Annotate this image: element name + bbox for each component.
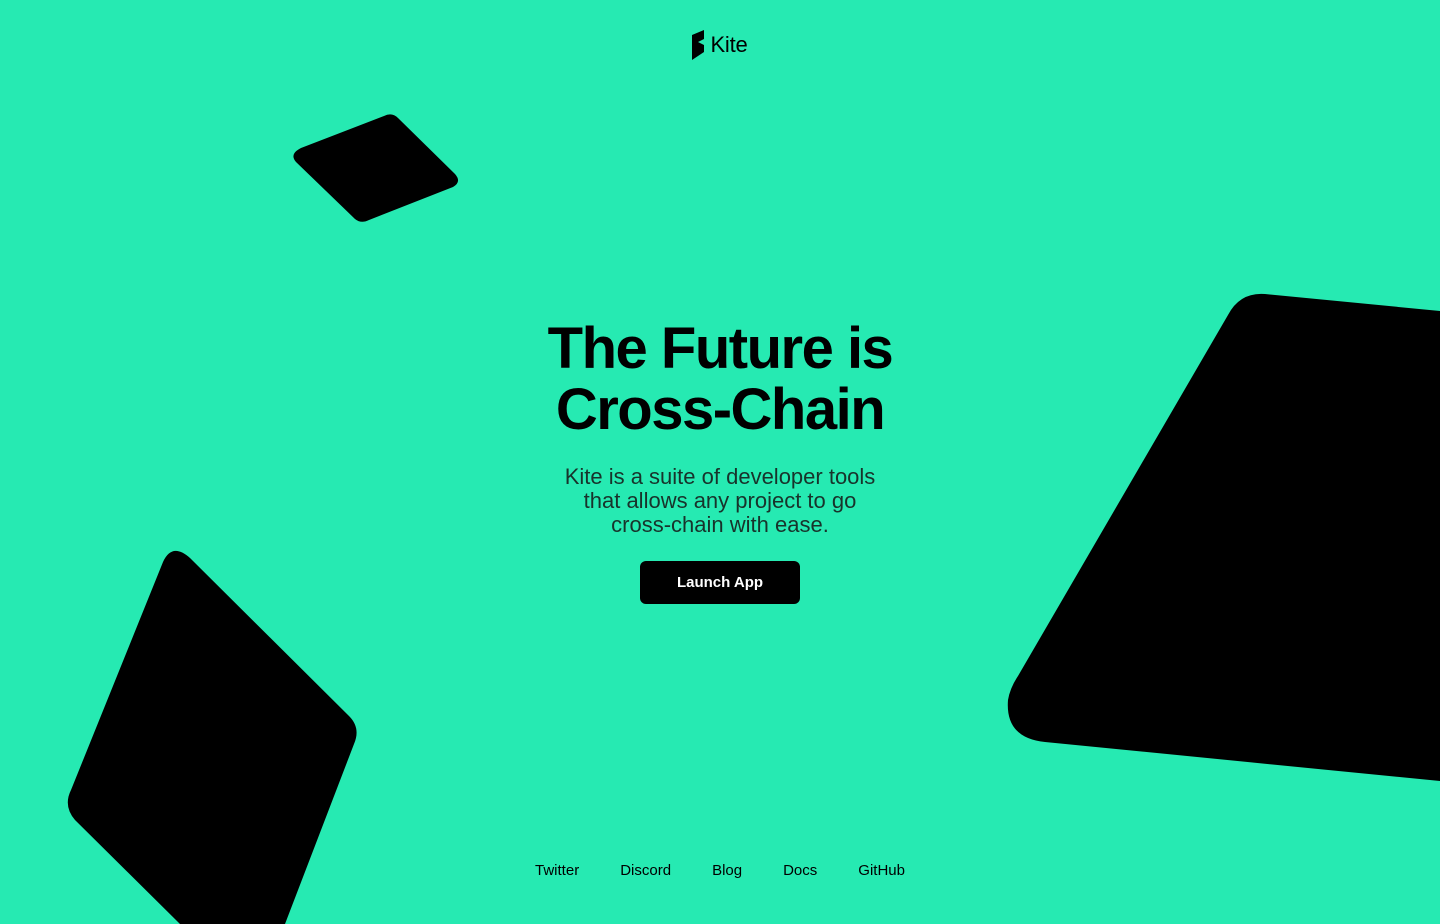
small-diamond-shape — [293, 114, 459, 222]
logo-text: Kite — [710, 32, 748, 57]
footer-link-blog[interactable]: Blog — [712, 862, 742, 879]
headline-line-2: Cross-Chain — [555, 377, 886, 442]
header: Kite — [0, 30, 1440, 60]
hero-headline: The Future is Cross-Chain — [510, 318, 930, 440]
kite-logo-icon — [692, 30, 705, 60]
footer-link-twitter[interactable]: Twitter — [535, 862, 579, 879]
kite-logo-link[interactable]: Kite — [692, 30, 748, 60]
launch-app-button[interactable]: Launch App — [640, 561, 800, 604]
footer-nav: Twitter Discord Blog Docs GitHub — [0, 862, 1440, 879]
footer-link-docs[interactable]: Docs — [783, 862, 817, 879]
footer-link-github[interactable]: GitHub — [858, 862, 905, 879]
hero-subtitle: Kite is a suite of developer tools that … — [564, 464, 876, 537]
footer-link-discord[interactable]: Discord — [620, 862, 671, 879]
hero-section: The Future is Cross-Chain Kite is a suit… — [0, 318, 1440, 604]
headline-line-1: The Future is — [547, 316, 894, 381]
